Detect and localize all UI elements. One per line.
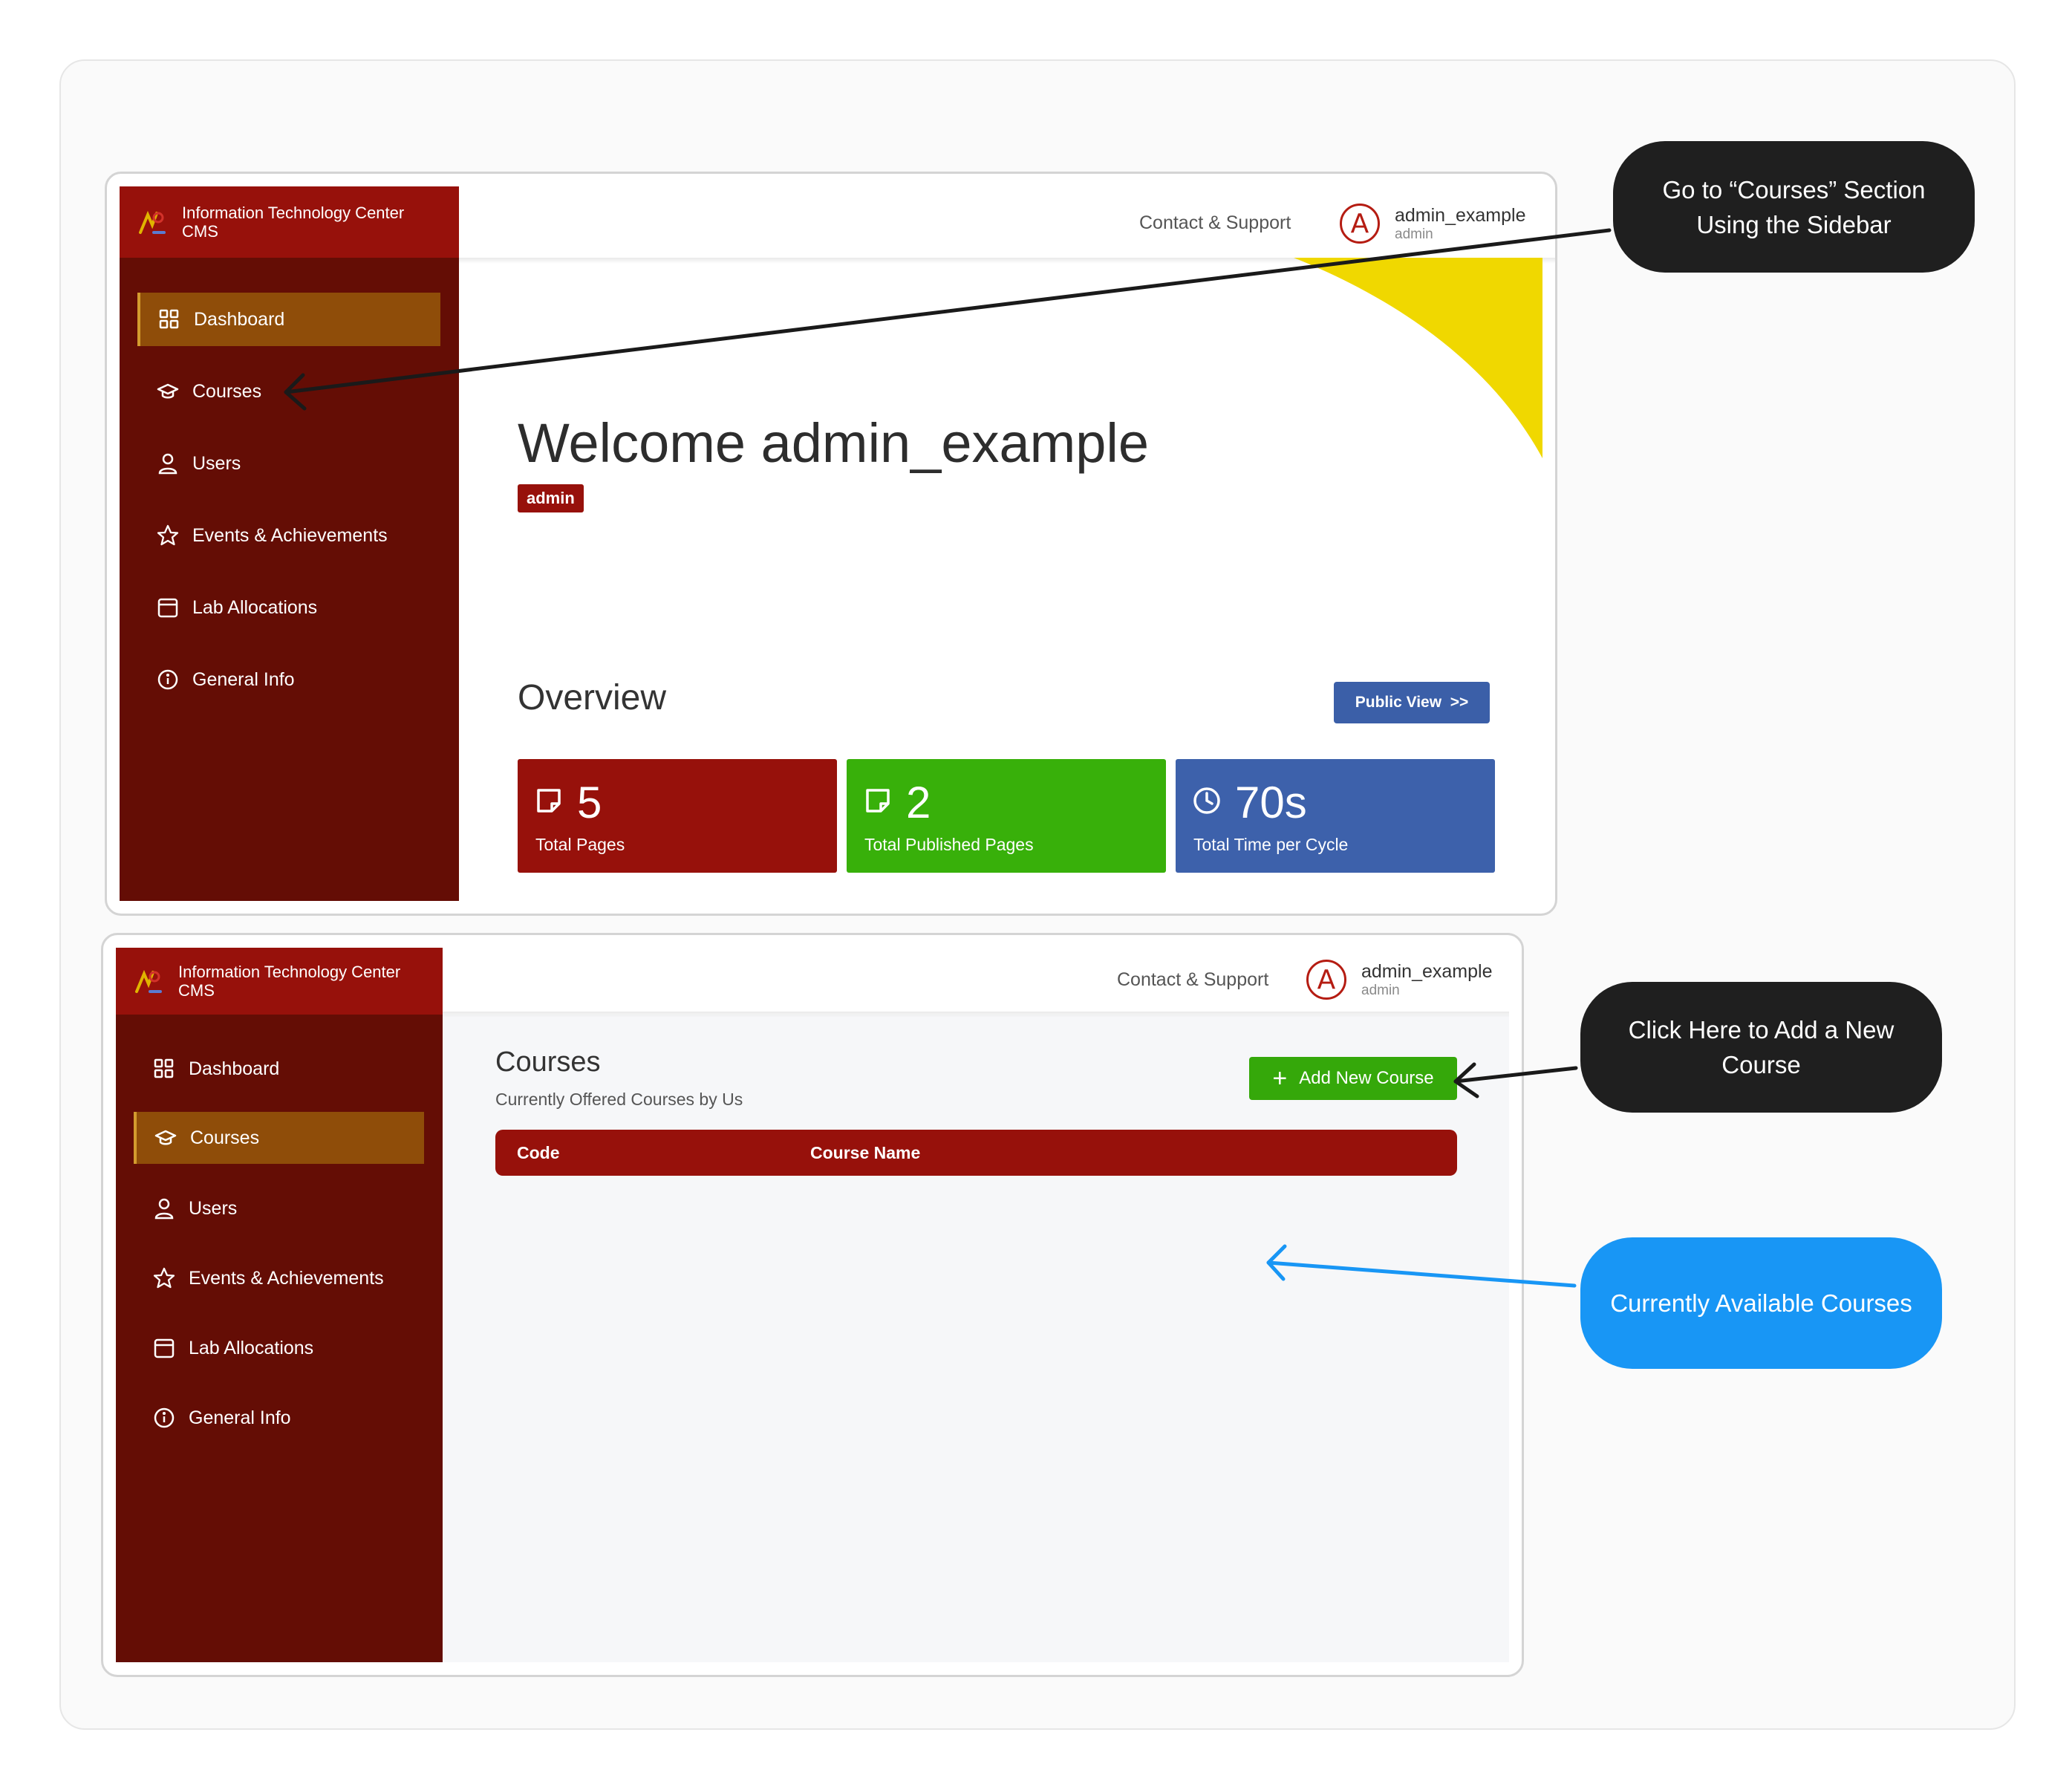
arrow-to-course-list — [1266, 1260, 1577, 1288]
arrow-to-courses-nav — [284, 228, 1612, 394]
annotation-arrows — [284, 228, 1612, 1288]
arrow-to-add-button — [1453, 1066, 1578, 1084]
